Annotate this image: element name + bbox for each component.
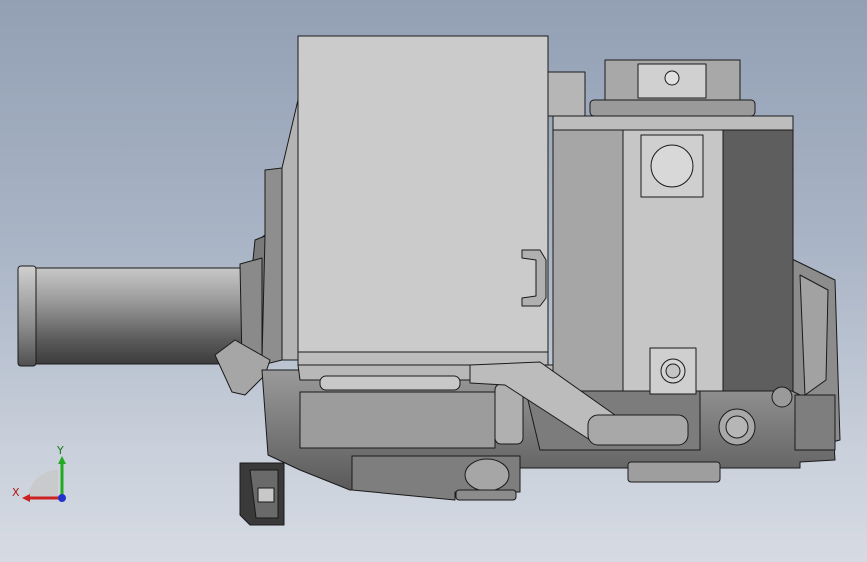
axis-triad: Y X [12, 444, 66, 502]
z-axis-dot-icon [58, 494, 66, 502]
valve-body-left-face [552, 129, 624, 392]
pipe-flange [17, 265, 37, 367]
face-port-lower-inner [665, 363, 681, 379]
strut-slot [587, 414, 689, 446]
bottom-left-clip-slot [257, 487, 275, 503]
cad-graphics-viewport[interactable]: Y X [0, 0, 867, 562]
bottom-flange [627, 461, 721, 483]
bottom-nut [464, 458, 510, 492]
triad-plane-icon [28, 469, 58, 497]
main-cover [297, 35, 549, 363]
outlet-pipe [29, 267, 246, 365]
y-axis-label: Y [56, 444, 64, 457]
bottom-nut-base [455, 489, 517, 501]
right-lower-block [794, 394, 836, 451]
cad-model-view[interactable] [0, 0, 867, 562]
x-axis-label: X [12, 486, 20, 499]
face-port-upper-bore [650, 144, 694, 188]
valve-body-top-face [552, 115, 794, 131]
top-cap-hole [664, 70, 680, 86]
lower-right-boss-bore [725, 415, 749, 439]
valve-body-right-face [722, 129, 794, 392]
side-bracket-face [281, 99, 299, 361]
y-arrowhead-icon [58, 456, 66, 464]
right-edge-boss [771, 386, 793, 408]
right-wedge-face [799, 274, 829, 396]
x-arrowhead-icon [22, 494, 30, 502]
housing-slot [319, 375, 461, 391]
housing-rib [299, 391, 496, 449]
upper-bracket [547, 71, 586, 117]
top-cap-base [589, 99, 756, 117]
